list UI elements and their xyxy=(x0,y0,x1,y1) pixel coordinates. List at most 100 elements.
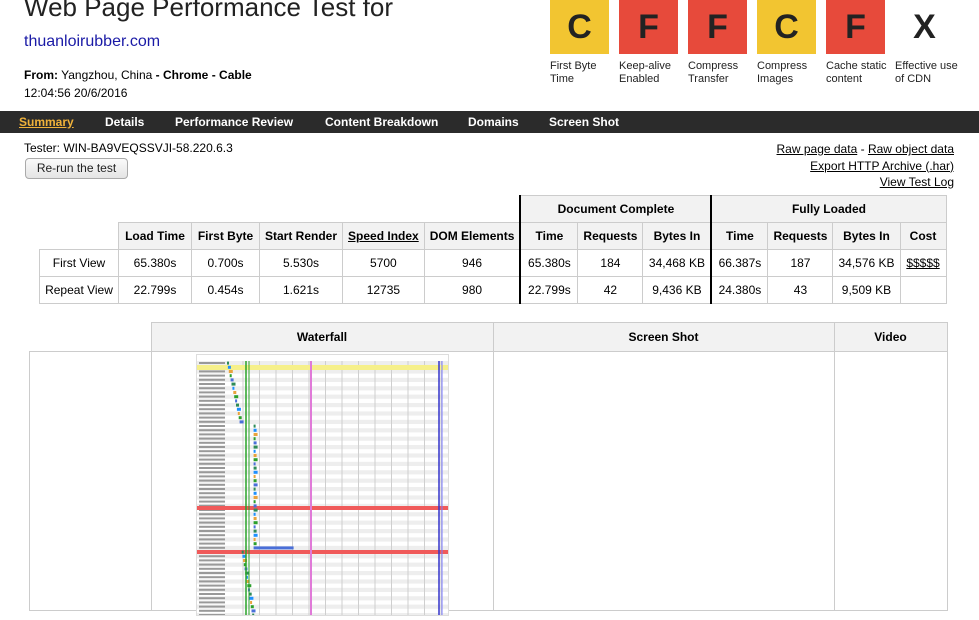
waterfall-request-bar xyxy=(253,483,258,487)
view-test-log-link[interactable]: View Test Log xyxy=(880,175,954,189)
raw-page-data-link[interactable]: Raw page data xyxy=(777,142,858,156)
waterfall-request-bar xyxy=(233,391,237,394)
waterfall-row-bg xyxy=(197,537,448,542)
waterfall-row-bg xyxy=(197,579,448,584)
waterfall-request-bar xyxy=(253,512,256,516)
col-dom-elements: DOM Elements xyxy=(423,222,521,250)
waterfall-request-bar xyxy=(253,441,257,445)
waterfall-row-label xyxy=(199,425,225,427)
waterfall-request-bar xyxy=(253,504,257,508)
waterfall-request-bar xyxy=(253,500,256,504)
grade-compress-images[interactable]: C Compress Images xyxy=(757,0,826,86)
waterfall-request-bar xyxy=(238,416,242,420)
waterfall-row-bg xyxy=(197,445,448,450)
waterfall-row-label xyxy=(199,584,225,587)
tab-content-breakdown[interactable]: Content Breakdown xyxy=(325,115,438,129)
cell-doc-time: 22.799s xyxy=(519,276,579,304)
waterfall-request-bar xyxy=(251,609,256,613)
grade-cdn-label: Effective use of CDN xyxy=(895,60,958,85)
waterfall-request-bar xyxy=(253,521,258,525)
waterfall-request-bar xyxy=(239,420,244,424)
waterfall-thumbnail[interactable] xyxy=(196,354,449,620)
waterfall-request-bar xyxy=(253,454,257,457)
waterfall-row-bg xyxy=(197,512,448,517)
waterfall-request-bar xyxy=(253,466,257,470)
waterfall-row-label xyxy=(199,567,225,570)
waterfall-row-bg xyxy=(197,386,448,391)
waterfall-request-bar xyxy=(253,538,256,541)
waterfall-row-bg xyxy=(197,453,448,458)
waterfall-highlight-row xyxy=(197,365,448,370)
waterfall-row-label xyxy=(199,534,225,537)
waterfall-request-bar xyxy=(237,412,240,415)
video-cell xyxy=(833,351,948,611)
cell-doc-requests: 42 xyxy=(577,276,644,304)
waterfall-request-bar xyxy=(241,550,244,554)
tab-summary[interactable]: Summary xyxy=(19,115,74,129)
row-first-view: First View 65.380s 0.700s 5.530s 5700 94… xyxy=(39,249,947,277)
waterfall-error-row xyxy=(197,506,448,510)
cell-first-byte: 0.700s xyxy=(191,249,260,277)
cell-cost: $$$$$ xyxy=(899,249,947,277)
tab-domains[interactable]: Domains xyxy=(468,115,519,129)
nav-bar: Summary Details Performance Review Conte… xyxy=(0,111,979,133)
waterfall-row-label xyxy=(199,437,225,440)
cost-link[interactable]: $$$$$ xyxy=(906,256,939,270)
cell-doc-requests: 184 xyxy=(577,249,644,277)
data-links: Raw page data - Raw object data Export H… xyxy=(777,141,954,191)
waterfall-row-label xyxy=(199,412,225,415)
grade-keep-alive[interactable]: F Keep-alive Enabled xyxy=(619,0,688,86)
waterfall-row-label xyxy=(199,555,225,558)
waterfall-row-bg xyxy=(197,403,448,408)
cell-full-time: 66.387s xyxy=(710,249,769,277)
from-label: From: xyxy=(24,68,58,82)
group-fully-loaded: Fully Loaded xyxy=(710,195,947,223)
grade-compress-transfer[interactable]: F Compress Transfer xyxy=(688,0,757,86)
cell-start-render: 5.530s xyxy=(258,249,344,277)
tab-details[interactable]: Details xyxy=(105,115,144,129)
rerun-button[interactable]: Re-run the test xyxy=(25,158,128,179)
test-location: From: Yangzhou, China - Chrome - Cable xyxy=(24,68,252,82)
waterfall-request-bar xyxy=(253,496,258,499)
grade-keep-alive-label: Keep-alive Enabled xyxy=(619,60,671,85)
grade-first-byte-label: First Byte Time xyxy=(550,60,597,85)
waterfall-row-label xyxy=(199,441,225,444)
waterfall-row-label xyxy=(199,387,225,390)
waterfall-row-label xyxy=(199,576,225,579)
waterfall-row-label xyxy=(199,521,225,524)
waterfall-row-label xyxy=(199,404,225,406)
col-doc-requests: Requests xyxy=(577,222,644,250)
waterfall-row-label xyxy=(199,467,225,469)
waterfall-request-bar xyxy=(227,365,231,369)
waterfall-row-label xyxy=(199,475,225,478)
col-speed-index[interactable]: Speed Index xyxy=(342,222,425,250)
waterfall-error-row xyxy=(197,550,448,554)
col-full-bytes: Bytes In xyxy=(832,222,901,250)
waterfall-request-bar xyxy=(228,370,233,373)
tab-performance-review[interactable]: Performance Review xyxy=(175,115,293,129)
waterfall-row-label xyxy=(199,517,225,520)
waterfall-row-label xyxy=(199,483,225,486)
waterfall-row-label xyxy=(199,416,225,419)
export-har-link[interactable]: Export HTTP Archive (.har) xyxy=(810,159,954,173)
waterfall-row-label xyxy=(199,395,225,398)
waterfall-request-bar xyxy=(227,361,229,365)
raw-object-data-link[interactable]: Raw object data xyxy=(868,142,954,156)
grade-cache-static[interactable]: F Cache static content xyxy=(826,0,895,86)
waterfall-request-bar xyxy=(253,424,256,428)
waterfall-request-bar xyxy=(234,395,239,399)
site-link[interactable]: thuanloirubber.com xyxy=(24,33,160,51)
waterfall-request-bar xyxy=(253,458,258,462)
tab-screen-shot[interactable]: Screen Shot xyxy=(549,115,619,129)
waterfall-row-label xyxy=(199,580,225,583)
grade-cdn[interactable]: X Effective use of CDN xyxy=(895,0,964,86)
grade-first-byte[interactable]: C First Byte Time xyxy=(550,0,619,86)
waterfall-row-label xyxy=(199,446,225,448)
waterfall-row-bg xyxy=(197,377,448,382)
row-label: Repeat View xyxy=(39,276,119,304)
waterfall-row-label xyxy=(199,370,225,373)
waterfall-row-label xyxy=(199,399,225,402)
waterfall-row-bg xyxy=(197,596,448,601)
waterfall-row-bg xyxy=(197,495,448,500)
waterfall-graphic xyxy=(197,361,448,620)
